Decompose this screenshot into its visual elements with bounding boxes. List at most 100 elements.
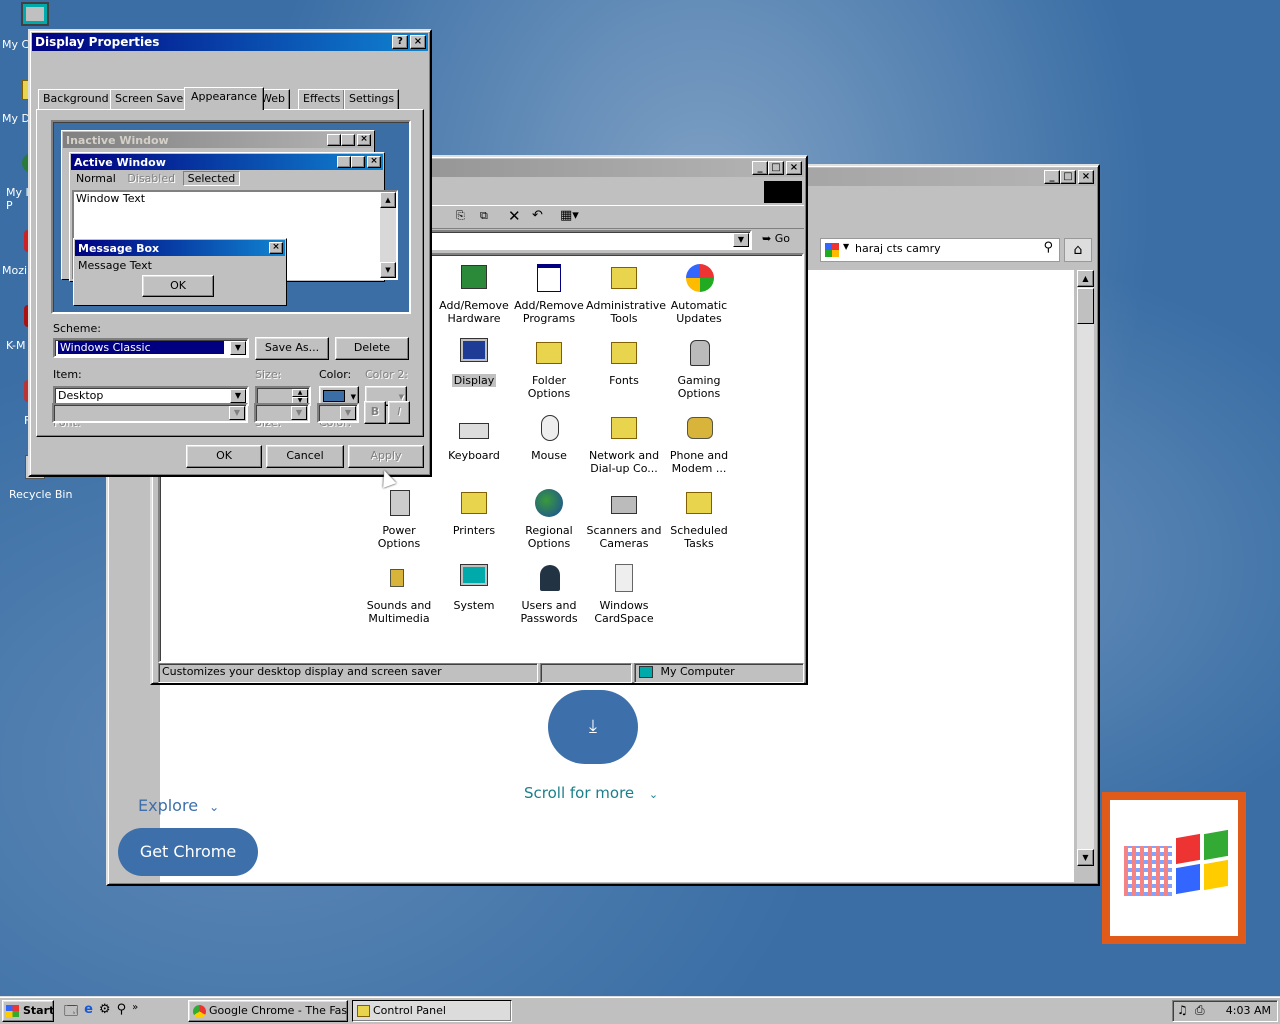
tray-volume-icon[interactable]: ♫: [1177, 1003, 1188, 1017]
scroll-down-button[interactable]: ▼: [1077, 849, 1094, 866]
scroll-thumb[interactable]: [1077, 288, 1094, 324]
apply-button[interactable]: Apply: [348, 445, 424, 468]
tray-network-icon[interactable]: ⎙: [1195, 1003, 1205, 1018]
tab-appearance[interactable]: Appearance: [184, 87, 265, 110]
tab-effects[interactable]: Effects: [298, 89, 346, 109]
go-button[interactable]: ➥ Go: [762, 232, 790, 245]
cp-folder-options[interactable]: Folder Options: [511, 336, 587, 400]
font-name-select[interactable]: ▼: [52, 403, 248, 423]
home-button[interactable]: ⌂: [1064, 238, 1092, 262]
search-icon[interactable]: ⚲: [1043, 240, 1053, 255]
go-arrow-icon: ➥: [762, 232, 772, 245]
bold-button[interactable]: B: [364, 401, 386, 424]
cp-item-label: Scheduled Tasks: [670, 524, 728, 550]
close-icon: ×: [269, 242, 283, 254]
cp-item-label: Regional Options: [525, 524, 573, 550]
cp-add-remove-hardware[interactable]: Add/Remove Hardware: [436, 261, 512, 325]
chevron-down-icon[interactable]: ▼: [230, 389, 246, 403]
download-button[interactable]: ⤓: [548, 690, 638, 764]
cp-automatic-updates[interactable]: Automatic Updates: [661, 261, 737, 325]
copy-to-icon[interactable]: ⧉: [480, 209, 488, 223]
tab-settings[interactable]: Settings: [344, 89, 400, 109]
italic-button[interactable]: I: [388, 401, 410, 424]
cp-mouse[interactable]: Mouse: [511, 411, 587, 462]
show-desktop-icon[interactable]: 🗔: [64, 1002, 78, 1020]
power-icon: [382, 486, 416, 520]
cp-scheduled-tasks[interactable]: Scheduled Tasks: [661, 486, 737, 550]
font-color-select[interactable]: ▼: [317, 403, 359, 423]
dialog-titlebar[interactable]: Display Properties ? ×: [32, 33, 428, 51]
cp-gaming-options[interactable]: Gaming Options: [661, 336, 737, 400]
cp-fonts[interactable]: Fonts: [586, 336, 662, 387]
tab-background[interactable]: Background: [38, 89, 114, 109]
cp-keyboard[interactable]: Keyboard: [436, 411, 512, 462]
scroll-up-button[interactable]: ▲: [1077, 270, 1094, 287]
cp-regional-options[interactable]: Regional Options: [511, 486, 587, 550]
cp-display[interactable]: Display: [436, 336, 512, 387]
clock[interactable]: 4:03 AM: [1226, 1004, 1271, 1017]
cp-windows-cardspace[interactable]: Windows CardSpace: [586, 561, 662, 625]
cp-system[interactable]: System: [436, 561, 512, 612]
preview-message-box: Message Box × Message Text OK: [73, 238, 287, 306]
chevron-down-icon[interactable]: ▼: [229, 406, 245, 420]
move-to-icon[interactable]: ⎘: [456, 209, 465, 223]
scroll-for-more[interactable]: Scroll for more ⌄: [524, 784, 658, 802]
minimize-button[interactable]: _: [752, 161, 768, 175]
undo-icon[interactable]: ↶: [532, 208, 543, 223]
network-icon[interactable]: ⚙: [99, 1002, 111, 1020]
status-pane-empty: [540, 663, 632, 683]
chevron-down-icon[interactable]: ▼: [733, 233, 749, 247]
get-chrome-button[interactable]: Get Chrome: [118, 828, 258, 876]
cp-item-label: Fonts: [609, 374, 639, 387]
cp-printers[interactable]: Printers: [436, 486, 512, 537]
internet-explorer-icon[interactable]: e: [84, 1002, 93, 1020]
maximize-button[interactable]: □: [768, 161, 784, 175]
cp-administrative-tools[interactable]: Administrative Tools: [586, 261, 666, 325]
explore-menu[interactable]: Explore ⌄: [138, 796, 219, 815]
cp-sounds-multimedia[interactable]: Sounds and Multimedia: [361, 561, 437, 625]
cp-add-remove-programs[interactable]: Add/Remove Programs: [511, 261, 587, 325]
start-button[interactable]: Start: [2, 1000, 54, 1022]
desktop-icon-label: My D: [2, 112, 30, 125]
tab-screen-saver[interactable]: Screen Saver: [110, 89, 193, 109]
spin-up-icon[interactable]: ▲: [292, 389, 308, 397]
taskbar-task-control-panel[interactable]: Control Panel: [352, 1000, 512, 1022]
chevron-down-icon[interactable]: ▼: [340, 406, 356, 420]
scheme-select[interactable]: Windows Classic ▼: [53, 338, 249, 358]
omnibox[interactable]: ▼ haraj cts camry ⚲: [820, 238, 1060, 262]
scrollbar-vertical[interactable]: ▲ ▼: [1077, 270, 1094, 866]
help-button[interactable]: ?: [392, 35, 408, 49]
cp-item-label: Administrative Tools: [586, 299, 667, 325]
scheme-preview[interactable]: Inactive Window × Active Window × Normal…: [51, 120, 411, 314]
close-button[interactable]: ×: [786, 161, 802, 175]
close-button[interactable]: ×: [1078, 170, 1094, 184]
cp-power-options[interactable]: Power Options: [361, 486, 437, 550]
taskbar-task-chrome[interactable]: Google Chrome - The Fast ...: [188, 1000, 348, 1022]
minimize-button[interactable]: _: [1044, 170, 1060, 184]
desktop-icon-my-computer[interactable]: My C: [0, 2, 70, 51]
size-label: Size:: [255, 368, 282, 381]
close-icon: ×: [367, 156, 381, 168]
maximize-button[interactable]: □: [1060, 170, 1076, 184]
ok-button[interactable]: OK: [186, 445, 262, 468]
close-button[interactable]: ×: [410, 35, 426, 49]
chevron-right-icon[interactable]: »: [132, 1002, 138, 1020]
cp-network[interactable]: Network and Dial-up Co...: [586, 411, 662, 475]
font-select[interactable]: [52, 433, 248, 435]
views-icon[interactable]: ▦▾: [560, 208, 579, 223]
cp-phone-modem[interactable]: Phone and Modem ...: [661, 411, 737, 475]
status-bar: Customizes your desktop display and scre…: [158, 663, 804, 683]
cancel-button[interactable]: Cancel: [266, 445, 344, 468]
chevron-down-icon[interactable]: ▼: [230, 341, 246, 355]
cp-scanners-cameras[interactable]: Scanners and Cameras: [586, 486, 662, 550]
search-icon[interactable]: ⚲: [117, 1002, 127, 1020]
save-as-button[interactable]: Save As...: [255, 337, 329, 360]
delete-button[interactable]: Delete: [335, 337, 409, 360]
chevron-down-icon[interactable]: ▼: [291, 406, 307, 420]
font-size-select[interactable]: ▼: [254, 403, 310, 423]
printers-icon: [457, 486, 491, 520]
task-label: Control Panel: [373, 1004, 446, 1017]
keyboard-icon: [457, 411, 491, 445]
delete-icon[interactable]: ✕: [508, 207, 521, 225]
cp-users-passwords[interactable]: Users and Passwords: [511, 561, 587, 625]
